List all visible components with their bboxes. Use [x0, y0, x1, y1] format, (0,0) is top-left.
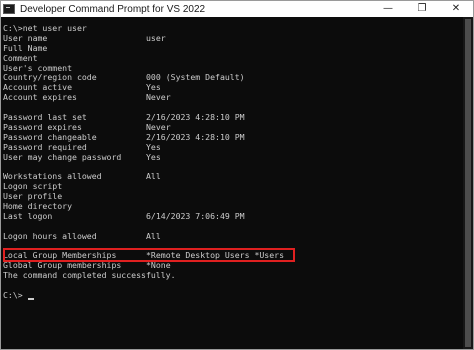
console-line: User name user: [3, 32, 463, 44]
console-line: C:\>net user user: [3, 23, 463, 34]
console-line: Account expires Never: [3, 92, 463, 103]
console-line-value: Never: [146, 92, 171, 103]
console-line: User profile: [3, 191, 463, 202]
console-line-label: C:\>: [3, 290, 23, 301]
console-icon: [3, 4, 15, 14]
title-bar[interactable]: Developer Command Prompt for VS 2022 — ❐…: [1, 1, 473, 17]
console-line: User may change password Yes: [3, 151, 463, 163]
command-prompt-window: Developer Command Prompt for VS 2022 — ❐…: [0, 0, 474, 350]
window-title: Developer Command Prompt for VS 2022: [20, 3, 206, 15]
text-cursor: [28, 298, 34, 301]
console-line-label: The command completed successfully.: [3, 270, 176, 281]
scrollbar-thumb[interactable]: [465, 19, 471, 347]
console-line-value: Yes: [146, 151, 161, 162]
close-button[interactable]: ✕: [439, 1, 473, 17]
console-line-value: 6/14/2023 7:06:49 PM: [146, 210, 245, 221]
console-line: C:\>: [3, 290, 463, 301]
console-line: Comment: [3, 53, 463, 64]
maximize-button[interactable]: ❐: [405, 1, 439, 17]
console-line: Full Name: [3, 43, 463, 54]
minimize-button[interactable]: —: [371, 1, 405, 17]
console-line: Country/region code 000 (System Default): [3, 73, 463, 83]
console-line-value: All: [146, 171, 161, 182]
console-line-label: Logon hours allowed: [3, 230, 97, 241]
console-line-label: Last logon: [3, 210, 53, 221]
window-controls: — ❐ ✕: [371, 1, 473, 17]
console-output[interactable]: C:\>net user user User name user Full Name C…: [1, 17, 463, 349]
vertical-scrollbar[interactable]: [463, 17, 473, 349]
console-line: Workstations allowed All: [3, 171, 463, 182]
console-line-label: Account expires: [3, 92, 77, 103]
console-line-value: All: [146, 230, 161, 241]
console-line: Logon script: [3, 181, 463, 192]
console-line: Last logon 6/14/2023 7:06:49 PM: [3, 210, 463, 222]
console-line: Logon hours allowed All: [3, 230, 463, 242]
console-line: The command completed successfully.: [3, 270, 463, 281]
console-line-value: user: [146, 32, 166, 43]
console-line-label: User may change password: [3, 151, 122, 162]
